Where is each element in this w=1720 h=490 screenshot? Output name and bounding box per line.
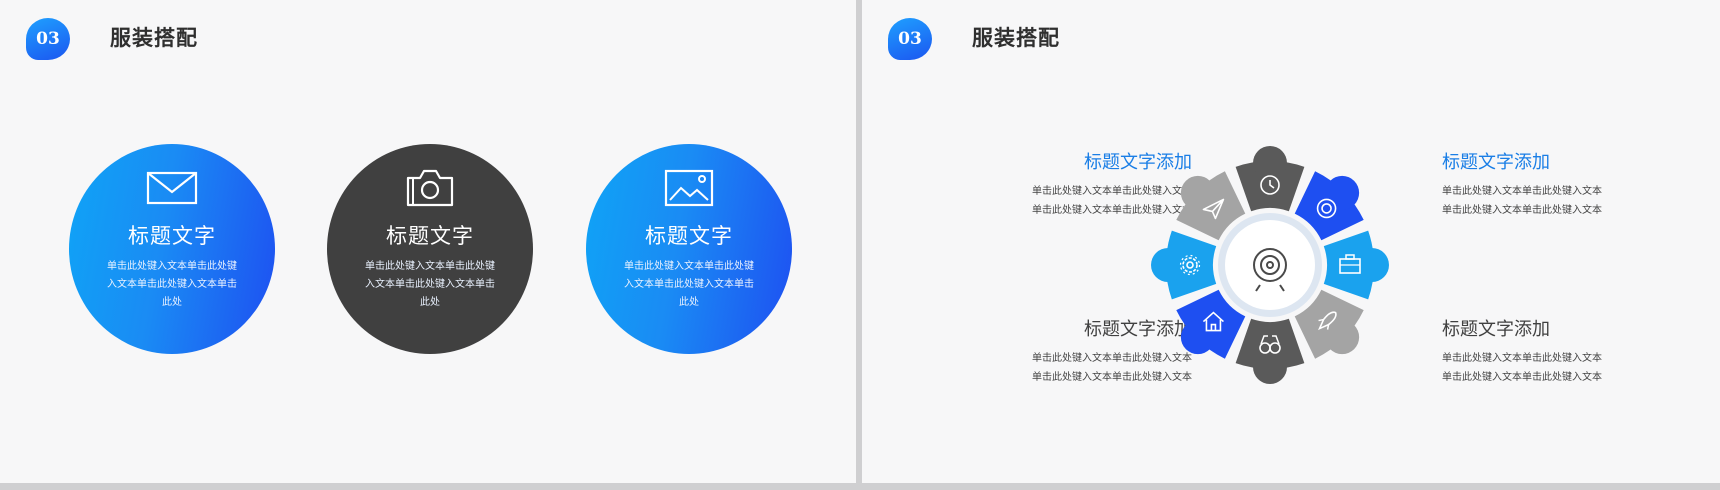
wheel-segment	[1151, 230, 1217, 300]
wheel-segment	[1235, 318, 1305, 384]
wheel-segment-tab	[1253, 350, 1287, 384]
wheel-segment	[1323, 230, 1389, 300]
camera-icon	[406, 169, 454, 207]
feature-circle-3: 标题文字 单击此处键入文本单击此处键入文本单击此处键入文本单击此处	[586, 144, 792, 354]
circle-title: 标题文字	[386, 224, 474, 248]
block-title: 标题文字添加	[1442, 152, 1550, 173]
wheel-segment-tab	[1253, 146, 1287, 180]
section-badge: 03	[888, 18, 932, 60]
block-line: 单击此处键入文本单击此处键入文本	[1442, 205, 1602, 216]
wheel-segment	[1235, 146, 1305, 212]
slide-title: 服装搭配	[972, 25, 1060, 50]
block-line: 单击此处键入文本单击此处键入文本	[1442, 353, 1602, 364]
feature-circle-1: 标题文字 单击此处键入文本单击此处键入文本单击此处键入文本单击此处	[69, 144, 275, 354]
text-block-top-right: 标题文字添加 单击此处键入文本单击此处键入文本 单击此处键入文本单击此处键入文本	[1442, 150, 1602, 220]
wheel-segment-tab	[1180, 320, 1215, 355]
section-badge: 03	[26, 18, 70, 60]
block-line: 单击此处键入文本单击此处键入文本	[1442, 372, 1602, 383]
envelope-icon	[146, 171, 198, 205]
block-title: 标题文字添加	[1442, 319, 1550, 340]
wheel-segment-tab	[1325, 320, 1360, 355]
feature-circle-2: 标题文字 单击此处键入文本单击此处键入文本单击此处键入文本单击此处	[327, 144, 533, 354]
text-block-bottom-right: 标题文字添加 单击此处键入文本单击此处键入文本 单击此处键入文本单击此处键入文本	[1442, 317, 1602, 387]
image-icon	[664, 169, 714, 207]
block-line: 单击此处键入文本单击此处键入文本	[1442, 186, 1602, 197]
slide-title: 服装搭配	[110, 25, 198, 50]
slide-left: 03 服装搭配 标题文字 单击此处键入文本单击此处键入文本单击此处键入文本单击此…	[0, 0, 856, 483]
circle-title: 标题文字	[645, 224, 733, 248]
circle-text: 单击此处键入文本单击此处键入文本单击此处键入文本单击此处	[365, 261, 495, 308]
circle-text: 单击此处键入文本单击此处键入文本单击此处键入文本单击此处	[107, 261, 237, 308]
circle-title: 标题文字	[128, 224, 216, 248]
segmented-wheel-diagram	[1151, 146, 1389, 384]
wheel-center	[1225, 220, 1315, 310]
circle-text: 单击此处键入文本单击此处键入文本单击此处键入文本单击此处	[624, 261, 754, 308]
wheel-segment-tab	[1180, 175, 1215, 210]
slide-right: 03 服装搭配 标题文字添加 单击此处键入文本单击此处键入文本 单击此处键入文本…	[862, 0, 1720, 483]
wheel-segment-tab	[1151, 248, 1185, 282]
